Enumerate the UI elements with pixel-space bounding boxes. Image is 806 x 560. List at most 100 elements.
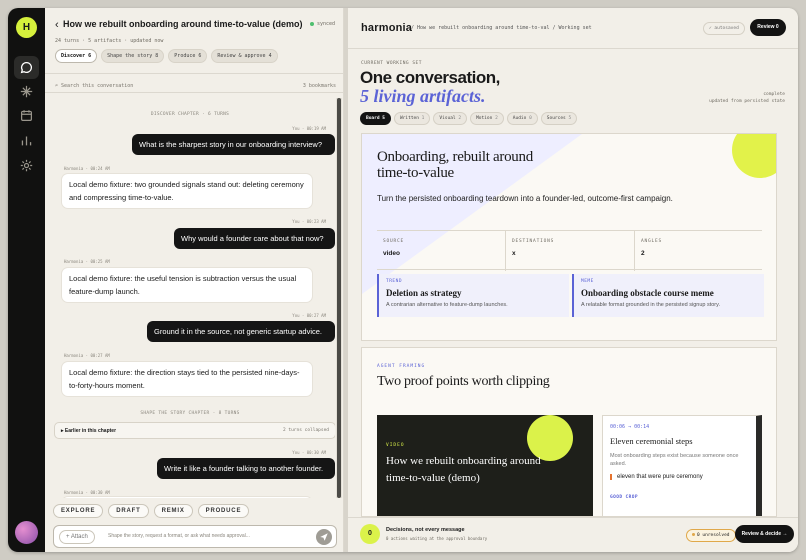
chart-icon bbox=[21, 136, 32, 146]
tab-written[interactable]: Written 1 bbox=[393, 112, 431, 125]
card-decoration bbox=[732, 134, 776, 178]
stat-source: SOURCE video bbox=[383, 239, 405, 257]
message-composer[interactable]: + Attach Shape the story, request a form… bbox=[53, 525, 337, 548]
chapter-produce[interactable]: Produce 6 bbox=[168, 49, 208, 63]
section-label: CURRENT WORKING SET bbox=[361, 61, 422, 66]
explore-button[interactable]: EXPLORE bbox=[53, 504, 104, 518]
calendar-icon bbox=[21, 110, 32, 121]
chat-icon bbox=[20, 61, 32, 74]
message-timestamp: You · 00:27 AM bbox=[292, 313, 326, 318]
clip-card[interactable]: 00:06 → 00:14 Eleven ceremonial steps Mo… bbox=[602, 415, 762, 516]
approval-footer: 0 Decisions, not every message 0 actions… bbox=[348, 517, 798, 552]
chapter-shape-story[interactable]: Shape the story 8 bbox=[101, 49, 165, 63]
tab-sources[interactable]: Sources 5 bbox=[540, 112, 578, 125]
campaign-card[interactable]: Onboarding, rebuilt around time-to-value… bbox=[361, 133, 777, 341]
nav-analytics-button[interactable] bbox=[14, 129, 39, 152]
autosave-status: ✓ autosaved bbox=[703, 22, 745, 35]
mode-actions: EXPLORE DRAFT REMIX PRODUCE bbox=[53, 504, 250, 518]
workspace-pane: harmonia / How we rebuilt onboarding aro… bbox=[348, 8, 798, 552]
conversation-meta: 24 turns · 5 artifacts · updated now bbox=[55, 38, 164, 44]
assistant-message: Local demo fixture: the direction stays … bbox=[62, 362, 312, 396]
scrollbar-thumb[interactable] bbox=[337, 98, 341, 498]
divider bbox=[505, 231, 506, 271]
message-timestamp: You · 00:30 AM bbox=[292, 450, 326, 455]
framing-card[interactable]: AGENT FRAMING Two proof points worth cli… bbox=[361, 347, 777, 517]
completion-label: complete bbox=[763, 92, 785, 97]
framing-label: AGENT FRAMING bbox=[377, 364, 426, 369]
sync-label: synced bbox=[316, 21, 335, 27]
back-button[interactable]: ‹ bbox=[55, 19, 59, 31]
send-button[interactable] bbox=[316, 529, 332, 545]
completion-detail: updated from persisted state bbox=[709, 99, 785, 104]
user-avatar[interactable] bbox=[15, 521, 38, 544]
campaign-subtitle: Turn the persisted onboarding teardown i… bbox=[377, 194, 673, 203]
composer-input[interactable]: Shape the story, request a format, or as… bbox=[108, 533, 250, 539]
collapsed-count: 2 turns collapsed bbox=[282, 428, 329, 433]
footer-subtitle: 0 actions waiting at the approval bounda… bbox=[386, 536, 488, 541]
clip-quote: eleven that were pure ceremony bbox=[610, 474, 703, 480]
gear-icon bbox=[20, 159, 33, 172]
artifact-tabs: Board 5 Written 1 Visual 2 Motion 2 Audi… bbox=[360, 112, 578, 125]
message-timestamp: Harmonia · 00:30 AM bbox=[64, 490, 110, 495]
user-message: What is the sharpest story in our onboar… bbox=[132, 134, 335, 155]
sync-status: synced bbox=[309, 21, 335, 27]
tab-visual[interactable]: Visual 2 bbox=[433, 112, 468, 125]
unresolved-badge[interactable]: 0 unresolved bbox=[686, 529, 736, 542]
footer-title: Decisions, not every message bbox=[386, 527, 465, 533]
tab-board[interactable]: Board 5 bbox=[360, 112, 391, 125]
app-window: H ‹ How we rebuilt onboarding around tim… bbox=[8, 8, 798, 552]
workspace-header: harmonia / How we rebuilt onboarding aro… bbox=[348, 8, 798, 49]
message-timestamp: Harmonia · 00:27 AM bbox=[64, 353, 110, 358]
nav-calendar-button[interactable] bbox=[14, 104, 39, 127]
message-timestamp: You · 00:19 AM bbox=[292, 126, 326, 131]
stat-angles: ANGLES 2 bbox=[641, 239, 663, 257]
app-logo[interactable]: H bbox=[16, 17, 37, 38]
user-message: Why would a founder care about that now? bbox=[174, 228, 335, 249]
nav-settings-button[interactable] bbox=[14, 154, 39, 177]
tab-motion[interactable]: Motion 2 bbox=[470, 112, 504, 125]
campaign-title: Onboarding, rebuilt around time-to-value bbox=[377, 149, 533, 181]
clip-timecode: 00:06 → 00:14 bbox=[610, 424, 650, 430]
clip-tag: GOOD CROP bbox=[610, 495, 638, 500]
message-scrollbar[interactable] bbox=[336, 98, 342, 498]
tab-audio[interactable]: Audio 0 bbox=[506, 112, 538, 125]
nav-chat-button[interactable] bbox=[14, 56, 39, 79]
review-decide-button[interactable]: Review & decide → bbox=[735, 525, 794, 543]
message-list: DISCOVER CHAPTER · 6 TURNS You · 00:19 A… bbox=[45, 100, 335, 498]
attach-button[interactable]: + Attach bbox=[59, 530, 95, 544]
chapter-review-approve[interactable]: Review & approve 4 bbox=[211, 49, 278, 63]
collapsed-turns[interactable]: ▸ Earlier in this chapter 2 turns collap… bbox=[54, 422, 335, 439]
review-button[interactable]: Review 0 bbox=[750, 19, 786, 36]
chat-pane: ‹ How we rebuilt onboarding around time-… bbox=[45, 8, 344, 552]
page-subtitle: 5 living artifacts. bbox=[360, 86, 486, 106]
angle-card-trend[interactable]: TREND Deletion as strategy A contrarian … bbox=[377, 274, 569, 317]
page-title: One conversation, bbox=[360, 68, 500, 87]
angle-card-meme[interactable]: MEME Onboarding obstacle course meme A r… bbox=[572, 274, 764, 317]
search-icon: ⌕ bbox=[55, 83, 59, 89]
produce-button[interactable]: PRODUCE bbox=[197, 504, 250, 518]
campaign-stats: SOURCE video DESTINATIONS x ANGLES 2 bbox=[377, 230, 762, 271]
message-timestamp: Harmonia · 00:24 AM bbox=[64, 166, 110, 171]
draft-button[interactable]: DRAFT bbox=[108, 504, 149, 518]
status-dot-icon bbox=[692, 533, 695, 536]
bookmarks-count[interactable]: 3 bookmarks bbox=[303, 83, 336, 89]
remix-button[interactable]: REMIX bbox=[153, 504, 193, 518]
divider bbox=[634, 231, 635, 271]
breadcrumb[interactable]: / How we rebuilt onboarding around time-… bbox=[411, 25, 592, 31]
search-input[interactable]: ⌕ Search this conversation bbox=[55, 83, 133, 89]
sparkle-icon bbox=[20, 85, 33, 98]
conversation-search[interactable]: ⌕ Search this conversation 3 bookmarks bbox=[45, 79, 344, 93]
chapter-divider: SHAPE THE STORY CHAPTER · 8 TURNS bbox=[140, 411, 240, 416]
nav-sparkle-button[interactable] bbox=[14, 80, 39, 103]
video-preview[interactable]: VIDEO How we rebuilt onboarding around t… bbox=[377, 415, 593, 516]
video-title: How we rebuilt onboarding around time-to… bbox=[386, 455, 541, 484]
brand-name: harmonia bbox=[361, 22, 413, 34]
sync-dot-icon bbox=[309, 21, 314, 26]
chapter-divider: DISCOVER CHAPTER · 6 TURNS bbox=[150, 112, 230, 117]
chapter-discover[interactable]: Discover 6 bbox=[55, 49, 98, 63]
decision-count-badge: 0 bbox=[360, 524, 380, 544]
clip-title: Eleven ceremonial steps bbox=[610, 436, 693, 446]
assistant-message: Local demo fixture: the useful tension i… bbox=[62, 268, 312, 302]
left-rail: H bbox=[8, 8, 45, 552]
conversation-title: How we rebuilt onboarding around time-to… bbox=[63, 19, 303, 29]
